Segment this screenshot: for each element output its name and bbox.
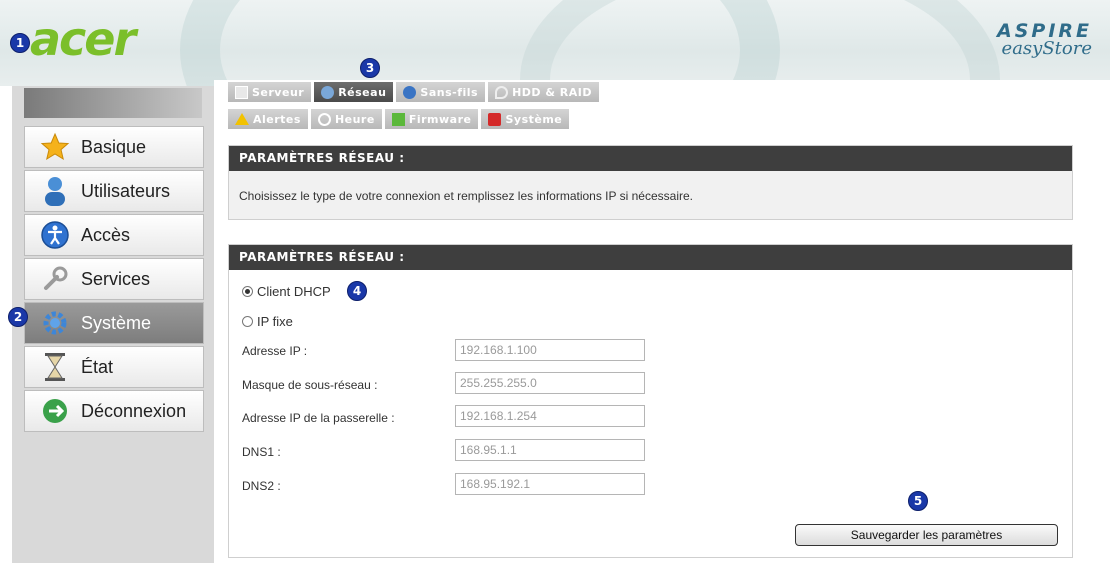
radio-dhcp[interactable]: Client DHCP xyxy=(242,284,331,299)
tab-hdd-raid[interactable]: HDD & RAID xyxy=(488,82,600,102)
sidebar-item-label: Services xyxy=(81,268,151,289)
star-icon xyxy=(37,131,73,163)
dns2-input[interactable] xyxy=(455,473,645,495)
sidebar-item-services[interactable]: Services xyxy=(24,258,204,300)
warning-icon xyxy=(235,113,249,125)
sidebar-item-label: Basique xyxy=(81,136,147,157)
radio-static-ip[interactable]: IP fixe xyxy=(242,314,293,329)
sidebar-item-label: Système xyxy=(81,312,152,333)
acer-logo: acer xyxy=(30,12,136,66)
callout-badge-2: 2 xyxy=(8,307,28,327)
sidebar-item-label: État xyxy=(81,356,114,377)
sidebar-header-bar xyxy=(24,88,202,118)
power-icon xyxy=(488,112,502,126)
radio-label: Client DHCP xyxy=(257,284,331,299)
panel-title: PARAMÈTRES RÉSEAU : xyxy=(229,146,1072,171)
dns1-input[interactable] xyxy=(455,439,645,461)
radio-button-selected[interactable] xyxy=(242,286,253,297)
tab-firmware[interactable]: Firmware xyxy=(384,109,479,129)
wrench-icon xyxy=(37,263,73,295)
sidebar-item-deconnexion[interactable]: Déconnexion xyxy=(24,390,204,432)
gear-icon xyxy=(37,307,73,339)
globe-icon xyxy=(403,85,417,99)
sidebar-item-acces[interactable]: Accès xyxy=(24,214,204,256)
sidebar-item-basique[interactable]: Basique xyxy=(24,126,204,168)
gateway-input[interactable] xyxy=(455,405,645,427)
tab-reseau[interactable]: Réseau xyxy=(314,82,394,102)
product-subname: easyStore xyxy=(1001,38,1092,59)
panel-body: Choisissez le type de votre connexion et… xyxy=(229,171,1072,219)
header-swirl xyxy=(520,0,1000,86)
sidebar-item-systeme[interactable]: Système xyxy=(24,302,204,344)
radio-button[interactable] xyxy=(242,316,253,327)
user-icon xyxy=(37,175,73,207)
info-panel: PARAMÈTRES RÉSEAU : Choisissez le type d… xyxy=(228,145,1073,220)
tab-row-2: Alertes Heure Firmware Système xyxy=(228,109,570,129)
sidebar-nav: Basique Utilisateurs Accès Services Syst… xyxy=(24,126,204,434)
ip-address-input[interactable] xyxy=(455,339,645,361)
tab-sans-fils[interactable]: Sans-fils xyxy=(396,82,486,102)
firmware-icon xyxy=(391,112,405,126)
header-banner: acer ASPIRE easyStore xyxy=(0,0,1110,86)
subnet-mask-label: Masque de sous-réseau : xyxy=(242,378,378,392)
network-icon xyxy=(321,85,335,99)
callout-badge-4: 4 xyxy=(347,281,367,301)
sidebar-item-etat[interactable]: État xyxy=(24,346,204,388)
product-logo: ASPIRE easyStore xyxy=(997,20,1092,59)
tab-systeme[interactable]: Système xyxy=(481,109,570,129)
dns1-label: DNS1 : xyxy=(242,445,281,459)
dns2-label: DNS2 : xyxy=(242,479,281,493)
tab-row-1: Serveur Réseau Sans-fils HDD & RAID xyxy=(228,82,600,102)
callout-badge-3: 3 xyxy=(360,58,380,78)
server-icon xyxy=(235,85,248,99)
tab-heure[interactable]: Heure xyxy=(310,109,382,129)
sidebar-item-label: Accès xyxy=(81,224,131,245)
callout-badge-5: 5 xyxy=(908,491,928,511)
sidebar-item-utilisateurs[interactable]: Utilisateurs xyxy=(24,170,204,212)
access-icon xyxy=(37,219,73,251)
disk-icon xyxy=(495,85,509,99)
radio-label: IP fixe xyxy=(257,314,293,329)
logout-icon xyxy=(37,395,73,427)
save-settings-button[interactable]: Sauvegarder les paramètres xyxy=(795,524,1058,546)
ip-address-label: Adresse IP : xyxy=(242,344,308,358)
callout-badge-1: 1 xyxy=(10,33,30,53)
panel-description: Choisissez le type de votre connexion et… xyxy=(239,189,693,203)
hourglass-icon xyxy=(37,351,73,383)
sidebar-item-label: Déconnexion xyxy=(81,400,187,421)
sidebar-item-label: Utilisateurs xyxy=(81,180,171,201)
tab-serveur[interactable]: Serveur xyxy=(228,82,312,102)
gateway-label: Adresse IP de la passerelle : xyxy=(242,411,395,425)
subnet-mask-input[interactable] xyxy=(455,372,645,394)
clock-icon xyxy=(317,112,331,126)
tab-alertes[interactable]: Alertes xyxy=(228,109,308,129)
panel-title: PARAMÈTRES RÉSEAU : xyxy=(229,245,1072,270)
